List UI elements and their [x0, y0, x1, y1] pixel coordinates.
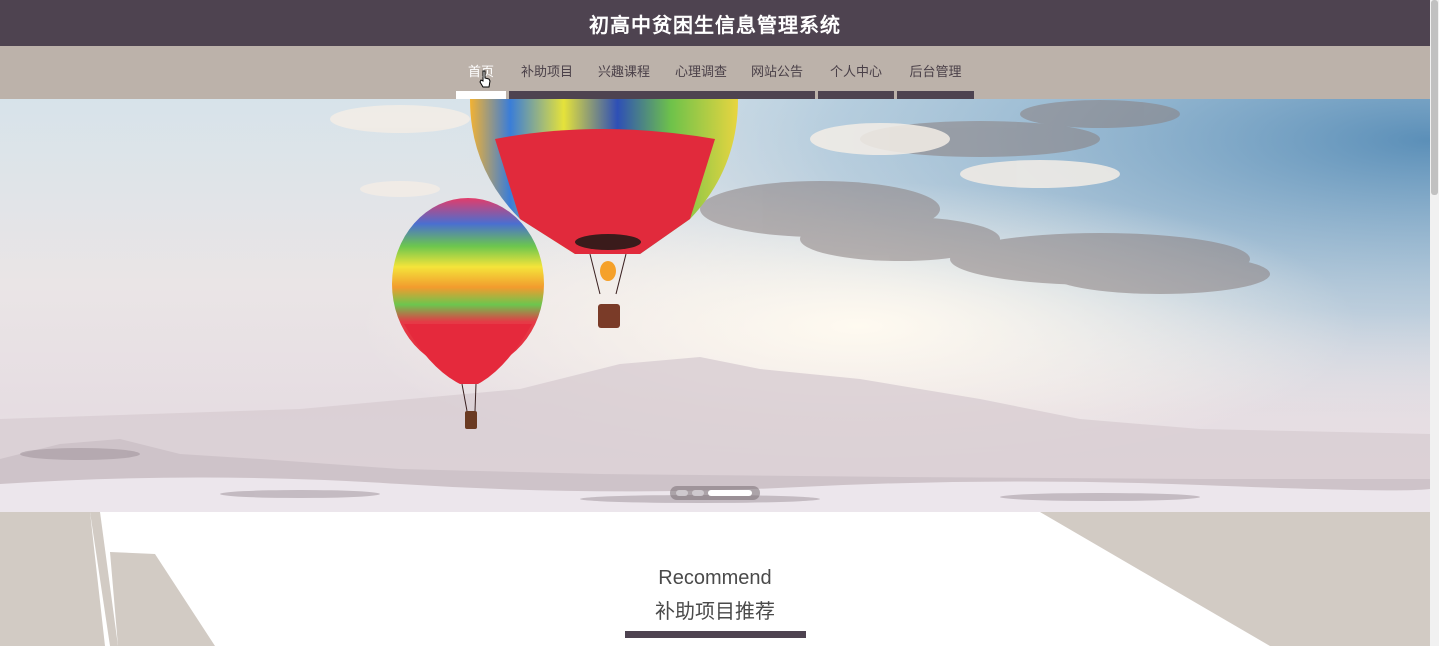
nav-label: 个人中心: [829, 65, 882, 80]
header-bar: 初高中贫困生信息管理系统: [0, 0, 1430, 46]
carousel-dot[interactable]: [676, 490, 688, 496]
nav-indicator: [456, 91, 506, 99]
nav-item-subsidy[interactable]: 补助项目: [509, 46, 585, 99]
carousel-indicators: [670, 486, 760, 500]
nav-list: 首页 补助项目 兴趣课程 心理调查 网站公告 个人中心 后台管理: [456, 46, 974, 99]
nav-item-admin[interactable]: 后台管理: [897, 46, 974, 99]
nav-indicator: [509, 91, 585, 99]
nav-item-profile[interactable]: 个人中心: [818, 46, 894, 99]
nav-label: 补助项目: [520, 65, 573, 80]
nav-label: 网站公告: [750, 65, 803, 80]
carousel-dot-active[interactable]: [708, 490, 752, 496]
section-title-cn: 补助项目推荐: [655, 599, 775, 623]
vertical-scrollbar[interactable]: [1430, 0, 1439, 646]
nav-item-announcements[interactable]: 网站公告: [739, 46, 815, 99]
nav-indicator: [818, 91, 894, 99]
site-title: 初高中贫困生信息管理系统: [589, 12, 841, 37]
nav-label: 心理调查: [674, 65, 727, 80]
banner-image: [0, 99, 1430, 512]
nav-bar: 首页 补助项目 兴趣课程 心理调查 网站公告 个人中心 后台管理: [0, 46, 1430, 99]
nav-indicator: [739, 91, 815, 99]
carousel-dot[interactable]: [692, 490, 704, 496]
section-title-underline: [625, 631, 806, 638]
section-title-en: Recommend: [658, 567, 772, 589]
hero-banner[interactable]: [0, 99, 1430, 512]
nav-item-survey[interactable]: 心理调查: [663, 46, 739, 99]
nav-indicator: [663, 91, 739, 99]
nav-label: 兴趣课程: [597, 65, 650, 80]
nav-indicator: [897, 91, 974, 99]
hand-cursor-icon: [479, 70, 491, 88]
nav-indicator: [585, 91, 663, 99]
nav-label: 后台管理: [909, 65, 962, 80]
nav-item-courses[interactable]: 兴趣课程: [585, 46, 663, 99]
page: 初高中贫困生信息管理系统 首页 补助项目 兴趣课程 心理调查 网站公告 个人中心…: [0, 0, 1439, 646]
scrollbar-thumb[interactable]: [1431, 0, 1438, 195]
